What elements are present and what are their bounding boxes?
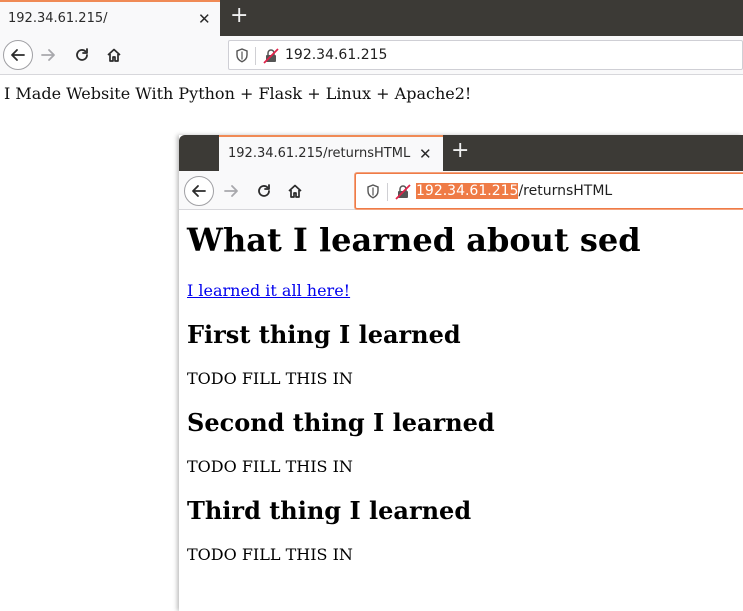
home-icon — [107, 48, 121, 62]
arrow-right-icon — [41, 49, 55, 61]
shield-icon[interactable] — [235, 48, 249, 63]
tab-title: 192.34.61.215/returnsHTML — [228, 146, 411, 161]
insecure-lock-icon[interactable] — [395, 184, 411, 200]
page-heading: What I learned about sed — [187, 221, 641, 259]
arrow-left-icon — [11, 49, 25, 61]
new-tab-button[interactable]: + — [451, 140, 469, 162]
reload-icon — [258, 184, 270, 197]
new-tab-button[interactable]: + — [230, 5, 248, 27]
back-button[interactable] — [184, 176, 214, 206]
url-bar[interactable]: 192.34.61.215/returnsHTML — [355, 173, 743, 209]
tab-bar: 192.34.61.215/ ✕ + — [0, 0, 743, 36]
back-button[interactable] — [3, 40, 33, 70]
nav-toolbar: 192.34.61.215/returnsHTML — [179, 171, 743, 210]
arrow-left-icon — [192, 185, 206, 197]
home-button[interactable] — [104, 46, 124, 64]
forward-button[interactable] — [221, 182, 241, 200]
url-bar[interactable]: 192.34.61.215 — [228, 40, 743, 70]
section-text: TODO FILL THIS IN — [187, 369, 353, 388]
tab-title: 192.34.61.215/ — [8, 11, 108, 26]
section-title: First thing I learned — [187, 320, 461, 349]
url-host-selected: 192.34.61.215 — [416, 183, 519, 199]
insecure-lock-icon[interactable] — [263, 48, 279, 64]
browser-window-front: 192.34.61.215/returnsHTML ✕ + 192.34.61.… — [179, 135, 743, 611]
reload-icon — [76, 48, 88, 61]
home-button[interactable] — [285, 182, 305, 200]
page-body-text: I Made Website With Python + Flask + Lin… — [4, 84, 472, 103]
url-text[interactable]: 192.34.61.215/returnsHTML — [416, 183, 612, 199]
close-tab-icon[interactable]: ✕ — [198, 10, 211, 28]
reload-button[interactable] — [72, 46, 92, 64]
section-text: TODO FILL THIS IN — [187, 457, 353, 476]
url-path: /returnsHTML — [518, 183, 613, 199]
section-title: Third thing I learned — [187, 496, 472, 525]
forward-button[interactable] — [38, 46, 58, 64]
tab-bar: 192.34.61.215/returnsHTML ✕ + — [179, 135, 743, 171]
home-icon — [288, 184, 302, 198]
reload-button[interactable] — [254, 182, 274, 200]
learn-link[interactable]: I learned it all here! — [187, 281, 350, 300]
tab-home[interactable]: 192.34.61.215/ ✕ — [0, 0, 220, 36]
nav-toolbar: 192.34.61.215 — [0, 36, 743, 75]
section-title: Second thing I learned — [187, 408, 495, 437]
section-text: TODO FILL THIS IN — [187, 545, 353, 564]
arrow-right-icon — [224, 185, 238, 197]
url-text: 192.34.61.215 — [285, 47, 388, 63]
shield-icon[interactable] — [366, 184, 380, 199]
urlbar-divider — [387, 183, 388, 201]
close-tab-icon[interactable]: ✕ — [419, 145, 432, 163]
tab-returnshtml[interactable]: 192.34.61.215/returnsHTML ✕ — [219, 135, 443, 171]
urlbar-divider — [255, 47, 256, 65]
